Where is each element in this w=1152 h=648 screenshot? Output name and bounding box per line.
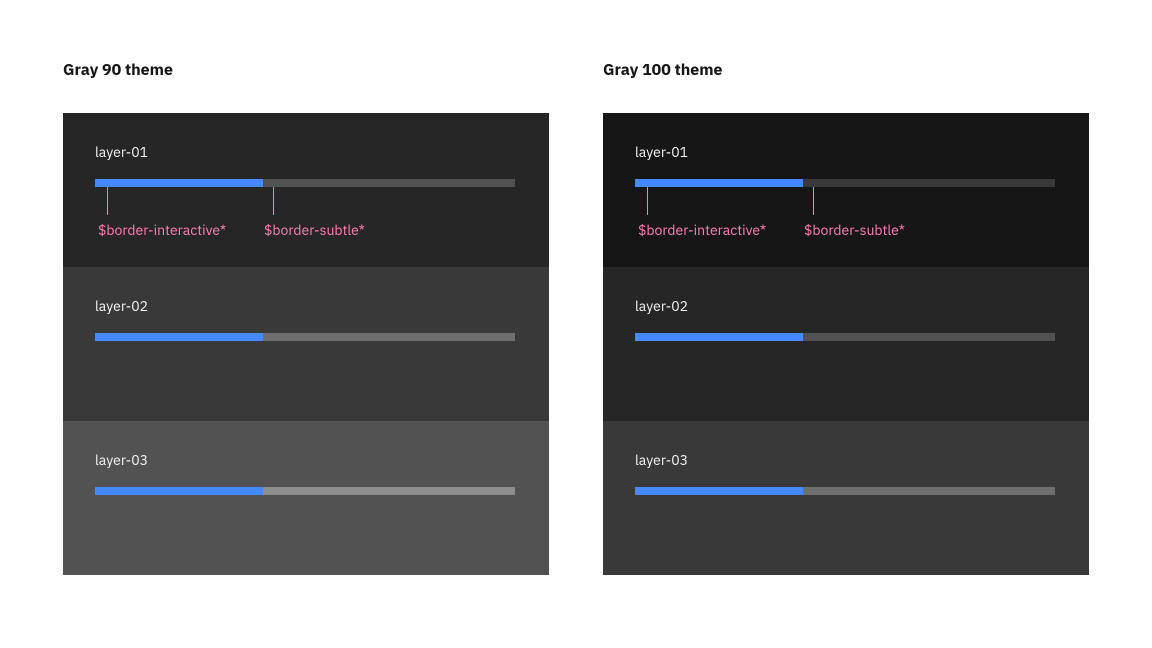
theme-column-gray-100: Gray 100 theme layer-01 $border-interact…: [603, 60, 1089, 575]
progress-bar: [95, 333, 515, 341]
theme-heading: Gray 100 theme: [603, 60, 1089, 80]
progress-bar: [635, 333, 1055, 341]
layer-02-section: layer-02: [63, 267, 549, 421]
progress-fill: [635, 179, 803, 187]
progress-bar: [95, 487, 515, 495]
progress-bar: [635, 487, 1055, 495]
theme-panel-gray-90: layer-01 $border-interactive* $border-su…: [63, 113, 549, 575]
annotation-line: [647, 187, 648, 215]
theme-heading: Gray 90 theme: [63, 60, 549, 80]
canvas: Gray 90 theme layer-01 $border-interacti…: [0, 0, 1152, 648]
theme-panel-gray-100: layer-01 $border-interactive* $border-su…: [603, 113, 1089, 575]
layer-label: layer-01: [635, 143, 1057, 161]
progress-fill: [95, 333, 263, 341]
annotation-token-interactive: $border-interactive*: [638, 221, 766, 239]
layer-01-section: layer-01 $border-interactive* $border-su…: [603, 113, 1089, 267]
layer-label: layer-02: [635, 297, 1057, 315]
layer-label: layer-02: [95, 297, 517, 315]
layer-03-section: layer-03: [603, 421, 1089, 575]
annotation-line: [273, 187, 274, 215]
layer-01-section: layer-01 $border-interactive* $border-su…: [63, 113, 549, 267]
progress-fill: [635, 487, 803, 495]
layer-label: layer-03: [635, 451, 1057, 469]
annotation-line: [813, 187, 814, 215]
progress-bar: $border-interactive* $border-subtle*: [95, 179, 515, 187]
progress-fill: [95, 487, 263, 495]
layer-02-section: layer-02: [603, 267, 1089, 421]
layer-label: layer-03: [95, 451, 517, 469]
progress-fill: [95, 179, 263, 187]
progress-bar: $border-interactive* $border-subtle*: [635, 179, 1055, 187]
annotation-token-subtle: $border-subtle*: [804, 221, 905, 239]
annotation-line: [107, 187, 108, 215]
layer-03-section: layer-03: [63, 421, 549, 575]
progress-fill: [635, 333, 803, 341]
annotation-token-interactive: $border-interactive*: [98, 221, 226, 239]
annotation-token-subtle: $border-subtle*: [264, 221, 365, 239]
theme-column-gray-90: Gray 90 theme layer-01 $border-interacti…: [63, 60, 549, 575]
layer-label: layer-01: [95, 143, 517, 161]
